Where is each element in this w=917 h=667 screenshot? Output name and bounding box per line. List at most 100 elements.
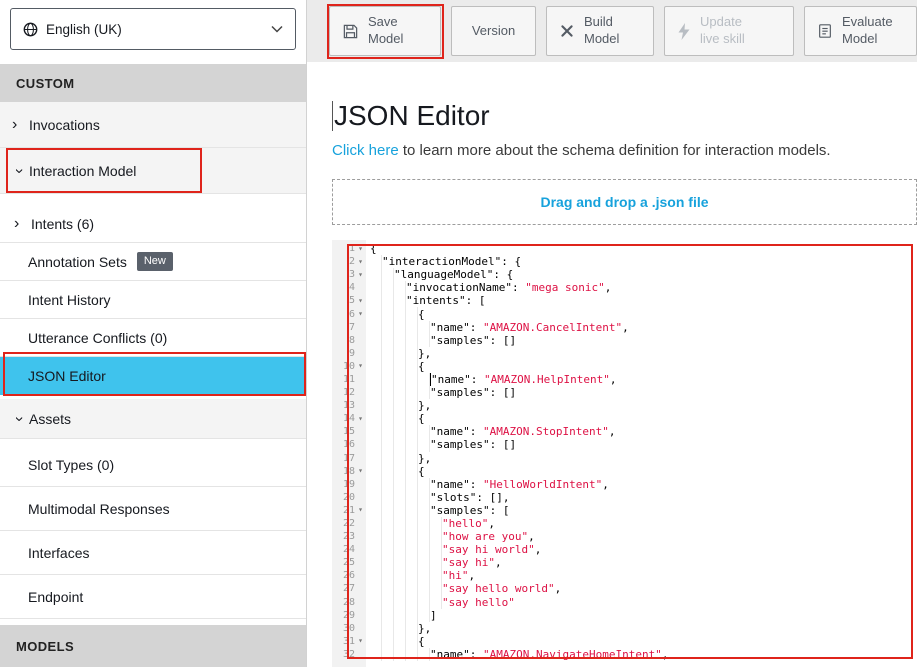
- fold-toggle-icon[interactable]: ▾: [355, 506, 366, 514]
- line-number: 4: [332, 282, 355, 293]
- gutter-line[interactable]: 24: [332, 543, 366, 556]
- gutter-line[interactable]: 28: [332, 596, 366, 609]
- sidebar-item-assets[interactable]: ›Assets: [0, 399, 306, 439]
- code-line[interactable]: "hello",: [370, 517, 917, 530]
- code-line[interactable]: },: [370, 452, 917, 465]
- code-line[interactable]: "name": "AMAZON.HelpIntent",: [370, 373, 917, 386]
- sidebar-item-utterance-conflicts[interactable]: Utterance Conflicts (0): [0, 319, 306, 357]
- gutter-line[interactable]: 3▾: [332, 268, 366, 281]
- gutter-line[interactable]: 4: [332, 281, 366, 294]
- code-line[interactable]: "invocationName": "mega sonic",: [370, 281, 917, 294]
- gutter-line[interactable]: 11: [332, 373, 366, 386]
- fold-toggle-icon[interactable]: ▾: [355, 467, 366, 475]
- gutter-line[interactable]: 32: [332, 648, 366, 661]
- code-line[interactable]: "how are you",: [370, 530, 917, 543]
- sidebar-item-json-editor[interactable]: JSON Editor: [0, 357, 306, 395]
- gutter-line[interactable]: 18▾: [332, 465, 366, 478]
- code-line[interactable]: "samples": []: [370, 438, 917, 451]
- code-line[interactable]: "samples": [: [370, 504, 917, 517]
- fold-toggle-icon[interactable]: ▾: [355, 637, 366, 645]
- code-line[interactable]: "languageModel": {: [370, 268, 917, 281]
- gutter-line[interactable]: 10▾: [332, 360, 366, 373]
- line-number: 24: [332, 544, 355, 555]
- code-line[interactable]: {: [370, 465, 917, 478]
- code-line[interactable]: "name": "AMAZON.NavigateHomeIntent",: [370, 648, 917, 661]
- gutter-line[interactable]: 21▾: [332, 504, 366, 517]
- gutter-line[interactable]: 27: [332, 582, 366, 595]
- code-line[interactable]: {: [370, 242, 917, 255]
- code-line[interactable]: "intents": [: [370, 294, 917, 307]
- code-line[interactable]: "hi",: [370, 569, 917, 582]
- gutter-line[interactable]: 14▾: [332, 412, 366, 425]
- gutter-line[interactable]: 16: [332, 438, 366, 451]
- gutter-line[interactable]: 31▾: [332, 635, 366, 648]
- line-number: 26: [332, 570, 355, 581]
- gutter-line[interactable]: 23: [332, 530, 366, 543]
- gutter-line[interactable]: 9: [332, 347, 366, 360]
- code-line[interactable]: },: [370, 399, 917, 412]
- json-dropzone[interactable]: Drag and drop a .json file: [332, 179, 917, 225]
- evaluate-model-button[interactable]: Evaluate Model: [804, 6, 917, 56]
- sidebar-item-intents[interactable]: ›Intents (6): [0, 206, 306, 243]
- gutter-line[interactable]: 25: [332, 556, 366, 569]
- sidebar-item-intent-history[interactable]: Intent History: [0, 281, 306, 319]
- code-line[interactable]: },: [370, 347, 917, 360]
- sidebar-item-interaction-model[interactable]: ›Interaction Model: [0, 148, 306, 194]
- gutter-line[interactable]: 22: [332, 517, 366, 530]
- update-live-skill-button[interactable]: Update live skill: [664, 6, 794, 56]
- code-line[interactable]: "samples": []: [370, 334, 917, 347]
- sidebar-item-interfaces[interactable]: Interfaces: [0, 531, 306, 575]
- code-line[interactable]: {: [370, 635, 917, 648]
- gutter-line[interactable]: 1▾: [332, 242, 366, 255]
- gutter-line[interactable]: 30: [332, 622, 366, 635]
- save-model-button[interactable]: Save Model: [329, 6, 441, 56]
- language-selector[interactable]: English (UK): [10, 8, 296, 50]
- sidebar-item-endpoint[interactable]: Endpoint: [0, 575, 306, 619]
- code-line[interactable]: "say hello": [370, 596, 917, 609]
- code-line[interactable]: "say hello world",: [370, 582, 917, 595]
- code-line[interactable]: "samples": []: [370, 386, 917, 399]
- click-here-link[interactable]: Click here: [332, 142, 399, 159]
- sidebar-item-invocations[interactable]: ›Invocations: [0, 102, 306, 148]
- code-line[interactable]: ]: [370, 609, 917, 622]
- sidebar-item-slot-types[interactable]: Slot Types (0): [0, 443, 306, 487]
- gutter-line[interactable]: 6▾: [332, 307, 366, 320]
- code-line[interactable]: "interactionModel": {: [370, 255, 917, 268]
- fold-toggle-icon[interactable]: ▾: [355, 362, 366, 370]
- build-model-button[interactable]: Build Model: [546, 6, 654, 56]
- fold-toggle-icon[interactable]: ▾: [355, 297, 366, 305]
- gutter-line[interactable]: 29: [332, 609, 366, 622]
- fold-toggle-icon[interactable]: ▾: [355, 258, 366, 266]
- fold-toggle-icon[interactable]: ▾: [355, 271, 366, 279]
- code-line[interactable]: },: [370, 622, 917, 635]
- gutter-line[interactable]: 8: [332, 334, 366, 347]
- code-line[interactable]: "say hi world",: [370, 543, 917, 556]
- gutter-line[interactable]: 7: [332, 321, 366, 334]
- code-line[interactable]: {: [370, 412, 917, 425]
- editor-code[interactable]: {"interactionModel": {"languageModel": {…: [366, 240, 917, 667]
- gutter-line[interactable]: 12: [332, 386, 366, 399]
- gutter-line[interactable]: 19: [332, 478, 366, 491]
- gutter-line[interactable]: 17: [332, 452, 366, 465]
- sidebar-item-annotation-sets[interactable]: Annotation SetsNew: [0, 243, 306, 281]
- code-line[interactable]: "say hi",: [370, 556, 917, 569]
- code-line[interactable]: "name": "HelloWorldIntent",: [370, 478, 917, 491]
- gutter-line[interactable]: 2▾: [332, 255, 366, 268]
- code-line[interactable]: "name": "AMAZON.StopIntent",: [370, 425, 917, 438]
- fold-toggle-icon[interactable]: ▾: [355, 415, 366, 423]
- json-code-editor[interactable]: 1▾2▾3▾45▾6▾78910▾11121314▾15161718▾19202…: [332, 240, 917, 667]
- code-line[interactable]: "slots": [],: [370, 491, 917, 504]
- gutter-line[interactable]: 13: [332, 399, 366, 412]
- code-line[interactable]: "name": "AMAZON.CancelIntent",: [370, 321, 917, 334]
- gutter-line[interactable]: 26: [332, 569, 366, 582]
- sidebar-item-multimodal-responses[interactable]: Multimodal Responses: [0, 487, 306, 531]
- version-button[interactable]: Version: [451, 6, 536, 56]
- fold-toggle-icon[interactable]: ▾: [355, 245, 366, 253]
- gutter-line[interactable]: 20: [332, 491, 366, 504]
- code-line[interactable]: {: [370, 360, 917, 373]
- gutter-line[interactable]: 15: [332, 425, 366, 438]
- gutter-line[interactable]: 5▾: [332, 294, 366, 307]
- custom-section-header: CUSTOM: [0, 64, 306, 102]
- fold-toggle-icon[interactable]: ▾: [355, 310, 366, 318]
- code-line[interactable]: {: [370, 307, 917, 320]
